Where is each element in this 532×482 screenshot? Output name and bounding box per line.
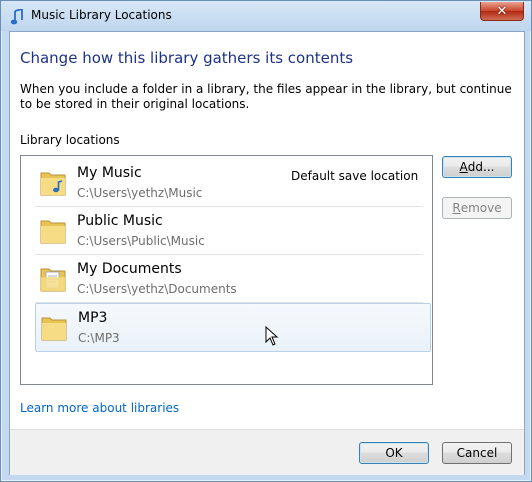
list-item-mp3[interactable]: MP3 C:\MP3 xyxy=(35,303,431,352)
dialog-window: Music Library Locations ✕ Change how thi… xyxy=(0,0,532,482)
list-item-my-documents[interactable]: My Documents C:\Users\yethz\Documents xyxy=(35,255,423,303)
folder-icon xyxy=(41,317,67,341)
music-note-icon xyxy=(10,9,23,25)
location-name: My Music xyxy=(77,165,142,181)
remove-button[interactable]: Remove xyxy=(442,197,512,219)
cancel-button[interactable]: Cancel xyxy=(442,442,512,464)
list-item-my-music[interactable]: My Music C:\Users\yethz\Music Default sa… xyxy=(35,159,423,207)
mouse-cursor-icon xyxy=(265,326,279,346)
dialog-content: Change how this library gathers its cont… xyxy=(9,31,525,475)
close-icon: ✕ xyxy=(496,3,508,19)
location-name: Public Music xyxy=(77,213,163,229)
close-button[interactable]: ✕ xyxy=(480,2,524,21)
description-text: When you include a folder in a library, … xyxy=(20,82,512,111)
documents-folder-icon xyxy=(40,268,66,292)
add-button[interactable]: Add... xyxy=(442,156,512,178)
window-title: Music Library Locations xyxy=(31,8,172,22)
location-path: C:\MP3 xyxy=(78,331,120,345)
folder-icon xyxy=(40,220,66,244)
title-bar[interactable]: Music Library Locations ✕ xyxy=(1,1,531,31)
music-folder-icon xyxy=(40,172,66,196)
learn-more-link[interactable]: Learn more about libraries xyxy=(20,401,179,415)
location-path: C:\Users\Public\Music xyxy=(77,234,205,248)
ok-button[interactable]: OK xyxy=(359,442,429,464)
location-name: MP3 xyxy=(78,310,108,326)
list-item-public-music[interactable]: Public Music C:\Users\Public\Music xyxy=(35,207,423,255)
page-title: Change how this library gathers its cont… xyxy=(20,49,354,67)
location-name: My Documents xyxy=(77,261,182,277)
library-locations-list[interactable]: My Music C:\Users\yethz\Music Default sa… xyxy=(20,155,433,385)
location-path: C:\Users\yethz\Documents xyxy=(77,282,237,296)
library-locations-label: Library locations xyxy=(20,133,120,147)
default-save-location-label: Default save location xyxy=(291,169,419,183)
location-path: C:\Users\yethz\Music xyxy=(77,186,203,200)
button-footer: OK Cancel xyxy=(10,429,524,475)
